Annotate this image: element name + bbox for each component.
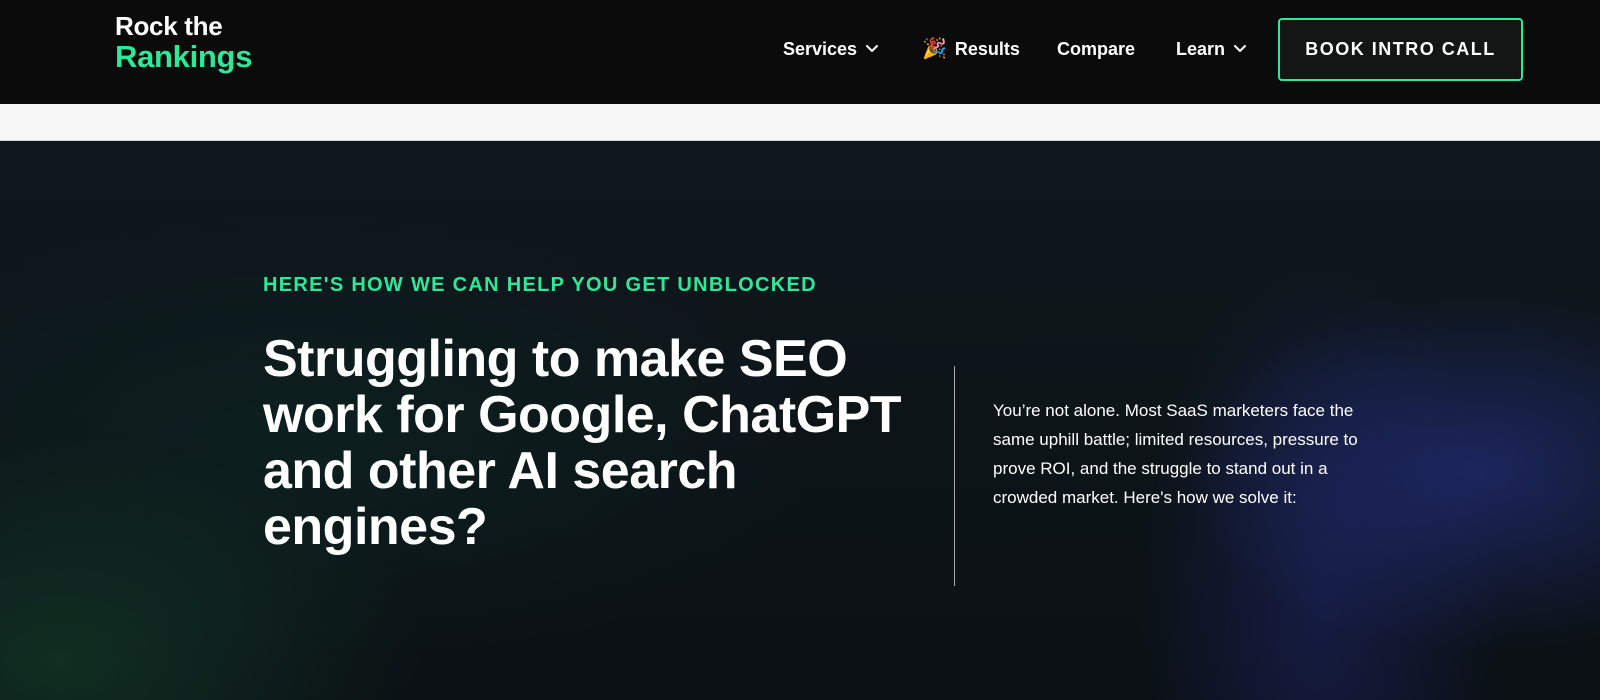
- announcement-strip: [0, 104, 1600, 141]
- chevron-down-icon: [866, 45, 879, 52]
- nav-services-dropdown[interactable]: Services: [783, 37, 879, 61]
- party-popper-icon: 🎉: [922, 38, 947, 60]
- vertical-divider: [954, 366, 955, 586]
- nav-results-label: Results: [954, 38, 1020, 59]
- nav-results-link[interactable]: 🎉 Results: [922, 37, 1020, 61]
- logo-line-1: Rock the: [115, 11, 223, 41]
- nav-learn-label: Learn: [1176, 38, 1226, 59]
- chevron-down-icon: [1234, 45, 1247, 52]
- nav-compare-link[interactable]: Compare: [1057, 37, 1135, 61]
- hero-body-text: You’re not alone. Most SaaS marketers fa…: [993, 401, 1358, 507]
- book-intro-call-button[interactable]: BOOK INTRO CALL: [1278, 18, 1523, 81]
- top-navbar: Rock the Rankings Services 🎉 Results Com…: [0, 0, 1600, 104]
- nav-compare-label: Compare: [1057, 38, 1136, 59]
- hero-section: HERE'S HOW WE CAN HELP YOU GET UNBLOCKED…: [0, 141, 1600, 700]
- hero-headline: Struggling to make SEO work for Google, …: [263, 330, 902, 556]
- nav-services-label: Services: [783, 38, 858, 59]
- site-logo[interactable]: Rock the Rankings: [115, 13, 252, 72]
- logo-line-2: Rankings: [115, 39, 253, 74]
- nav-learn-dropdown[interactable]: Learn: [1176, 37, 1247, 61]
- hero-eyebrow: HERE'S HOW WE CAN HELP YOU GET UNBLOCKED: [263, 274, 817, 296]
